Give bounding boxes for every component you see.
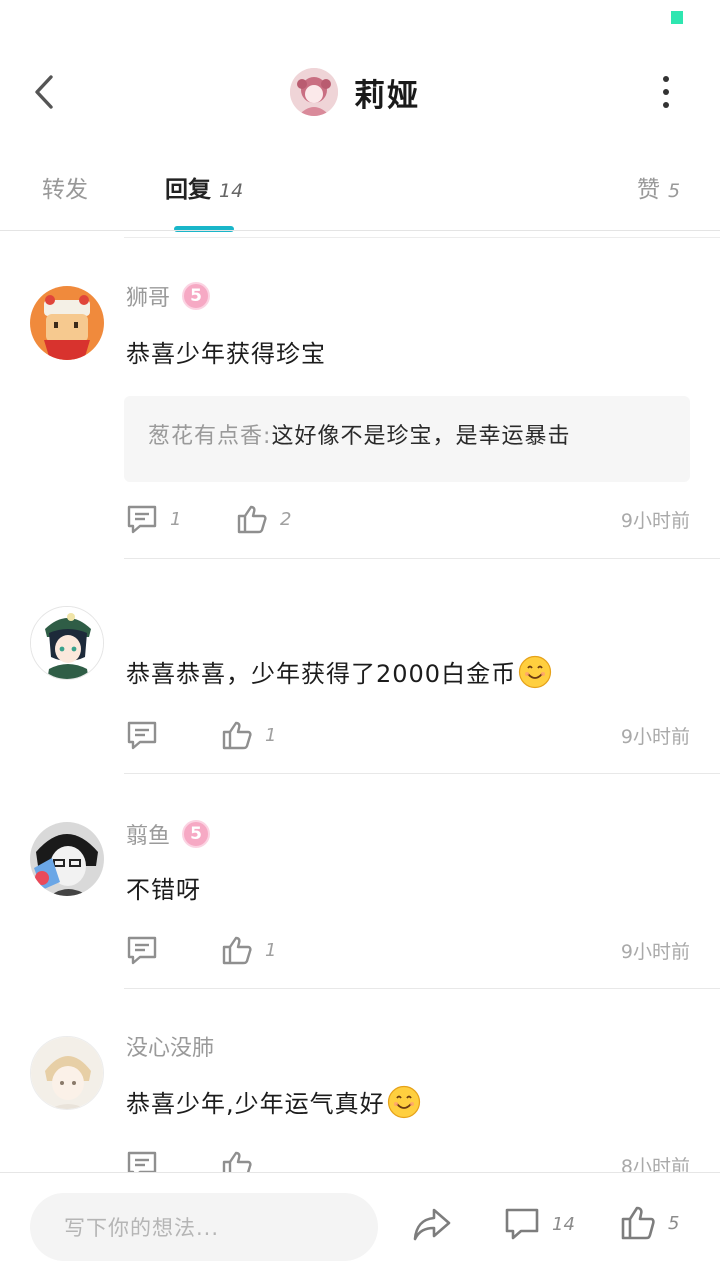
author-name: 狮哥 bbox=[126, 286, 171, 311]
thumbs-up-icon bbox=[222, 936, 252, 965]
active-tab-indicator bbox=[174, 226, 234, 232]
tab-bar: 转发 回复 14 赞5 bbox=[0, 160, 720, 232]
quote-text: 这好像不是珍宝，是幸运暴击 bbox=[271, 424, 571, 449]
comment-actions: 1 2 9小时前 bbox=[126, 504, 690, 536]
like-count: 5 bbox=[668, 1212, 680, 1234]
like-count: 1 bbox=[265, 939, 277, 961]
page-title: 莉娅 bbox=[354, 77, 420, 114]
reply-action[interactable] bbox=[126, 935, 170, 965]
like-count: 1 bbox=[265, 724, 277, 746]
comment-icon bbox=[127, 936, 157, 965]
tab-forward[interactable]: 转发 bbox=[42, 170, 96, 204]
level-badge: 5 bbox=[182, 820, 211, 848]
comment-count: 14 bbox=[552, 1213, 575, 1235]
comment-text: 不错呀 bbox=[126, 876, 201, 904]
comment-author[interactable]: 翦鱼 5 bbox=[126, 818, 211, 850]
author-name: 翦鱼 bbox=[126, 824, 171, 849]
tab-reply-count: 14 bbox=[219, 180, 244, 202]
divider bbox=[124, 558, 720, 559]
more-button[interactable] bbox=[648, 70, 684, 114]
comment-text: 恭喜恭喜，少年获得了2000白金币 bbox=[126, 654, 552, 689]
status-indicator bbox=[671, 11, 683, 24]
divider bbox=[124, 988, 720, 989]
like-button[interactable]: 5 bbox=[620, 1205, 679, 1241]
like-count: 2 bbox=[280, 508, 292, 530]
more-vertical-icon bbox=[663, 76, 669, 82]
avatar[interactable] bbox=[30, 822, 104, 896]
comment-input-placeholder: 写下你的想法... bbox=[64, 1216, 220, 1240]
like-action[interactable]: 2 bbox=[236, 504, 291, 534]
bottom-action-bar: 写下你的想法... 14 5 bbox=[0, 1172, 720, 1280]
level-badge: 5 bbox=[182, 282, 211, 310]
comment-text-body: 恭喜恭喜，少年获得了2000白金币 bbox=[126, 660, 517, 688]
thumbs-up-icon bbox=[222, 721, 252, 750]
tab-like[interactable]: 赞5 bbox=[637, 170, 680, 204]
divider bbox=[124, 237, 720, 238]
comment-author[interactable]: 狮哥 5 bbox=[126, 280, 211, 312]
back-button[interactable] bbox=[22, 68, 66, 116]
comment-text: 恭喜少年,少年运气真好 bbox=[126, 1084, 421, 1119]
thumbs-up-icon bbox=[237, 505, 267, 534]
comment-actions: 1 9小时前 bbox=[126, 935, 690, 967]
comment-text: 恭喜少年获得珍宝 bbox=[126, 340, 326, 368]
smile-emoji-icon bbox=[518, 655, 552, 688]
tab-reply-label: 回复 bbox=[165, 177, 211, 203]
timestamp: 9小时前 bbox=[620, 941, 690, 963]
tab-reply[interactable]: 回复 14 bbox=[165, 170, 243, 204]
like-action[interactable]: 1 bbox=[221, 935, 276, 965]
comment-actions: 1 9小时前 bbox=[126, 720, 690, 752]
author-name: 没心没肺 bbox=[126, 1036, 215, 1061]
more-dot bbox=[663, 89, 669, 95]
reply-quote[interactable]: 葱花有点香:这好像不是珍宝，是幸运暴击 bbox=[124, 396, 690, 482]
avatar[interactable] bbox=[30, 286, 104, 360]
title-group[interactable]: 莉娅 bbox=[290, 67, 420, 117]
comment-author[interactable]: 没心没肺 bbox=[126, 1030, 214, 1062]
divider bbox=[124, 773, 720, 774]
reply-action[interactable]: 1 bbox=[126, 504, 181, 534]
comment-count-button[interactable]: 14 bbox=[504, 1207, 575, 1241]
timestamp: 9小时前 bbox=[620, 510, 690, 532]
divider bbox=[0, 230, 720, 231]
chevron-left-icon bbox=[35, 75, 53, 109]
share-icon bbox=[413, 1208, 451, 1241]
tab-like-label: 赞 bbox=[637, 177, 660, 203]
tab-like-count: 5 bbox=[668, 180, 681, 202]
comment-icon bbox=[127, 721, 157, 750]
avatar[interactable] bbox=[30, 606, 104, 680]
tab-forward-label: 转发 bbox=[42, 177, 88, 203]
reply-action[interactable] bbox=[126, 720, 170, 750]
avatar[interactable] bbox=[30, 1036, 104, 1110]
timestamp: 9小时前 bbox=[620, 726, 690, 748]
comment-text-body: 恭喜少年,少年运气真好 bbox=[126, 1090, 385, 1118]
comment-input[interactable]: 写下你的想法... bbox=[30, 1193, 378, 1261]
quote-author: 葱花有点香 bbox=[148, 424, 264, 449]
reply-count: 1 bbox=[170, 508, 182, 530]
comment-icon bbox=[127, 505, 157, 534]
header: 莉娅 bbox=[0, 50, 720, 134]
smile-emoji-icon bbox=[387, 1085, 420, 1118]
share-button[interactable] bbox=[412, 1207, 452, 1247]
thumbs-up-icon bbox=[621, 1206, 655, 1240]
like-action[interactable]: 1 bbox=[221, 720, 276, 750]
comment-icon bbox=[505, 1208, 539, 1240]
author-avatar[interactable] bbox=[290, 68, 338, 116]
more-dot bbox=[663, 102, 669, 108]
